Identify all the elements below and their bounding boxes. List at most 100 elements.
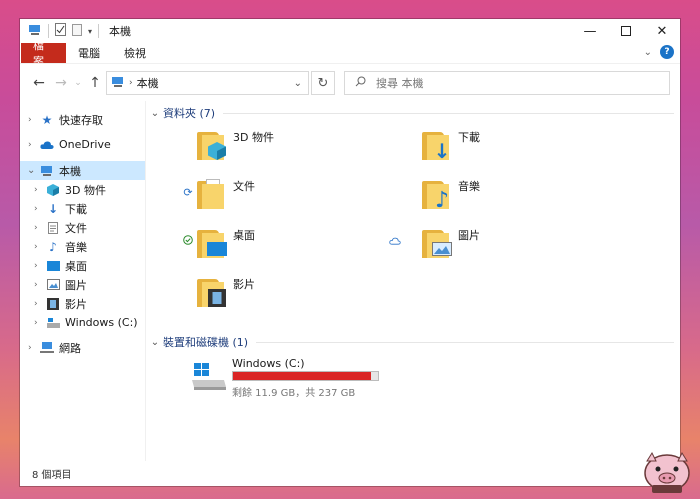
sidebar-item-label: 快速存取 xyxy=(59,113,103,127)
sidebar-item-downloads[interactable]: › ↓ 下載 xyxy=(20,199,145,218)
computer-icon xyxy=(111,76,125,91)
folder-downloads[interactable]: ↓ 下載 xyxy=(422,125,480,165)
drive-usage-fill xyxy=(233,372,371,380)
drive-label: Windows (C:) xyxy=(232,357,305,370)
chevron-right-icon[interactable]: › xyxy=(34,185,38,195)
sidebar-item-network[interactable]: › 網路 xyxy=(20,338,145,357)
folder-icon xyxy=(197,227,231,259)
minimize-button[interactable]: — xyxy=(572,19,608,43)
help-icon[interactable]: ? xyxy=(660,45,674,59)
new-folder-icon[interactable] xyxy=(72,23,82,39)
chevron-right-icon[interactable]: › xyxy=(28,343,32,353)
file-list: ⌄ 資料夾 (7) 3D 物件 ↓ 下載 ⟳ 文件 ♪ 音樂 桌面 圖片 影片 … xyxy=(147,101,680,461)
recent-dropdown-icon[interactable]: ⌄ xyxy=(72,78,84,88)
sidebar-item-label: 圖片 xyxy=(65,278,87,292)
sidebar-item-label: 音樂 xyxy=(65,240,87,254)
chevron-right-icon[interactable]: › xyxy=(34,318,38,328)
navigation-bar: ← → ⌄ ↑ › 本機 ⌄ ↻ 搜尋 本機 xyxy=(20,63,680,101)
synced-check-icon xyxy=(181,235,195,248)
folder-label: 文件 xyxy=(233,180,255,193)
search-icon xyxy=(355,76,366,90)
folder-icon: ♪ xyxy=(422,178,456,213)
group-title: 裝置和磁碟機 (1) xyxy=(163,336,249,349)
sync-icon: ⟳ xyxy=(183,186,193,199)
music-icon: ♪ xyxy=(434,187,450,213)
chevron-down-icon[interactable]: ⌄ xyxy=(147,108,163,119)
item-count: 8 個項目 xyxy=(32,470,72,481)
cloud-outline-icon xyxy=(388,235,402,248)
sidebar-item-onedrive[interactable]: › OneDrive xyxy=(20,135,145,154)
sidebar-item-label: 本機 xyxy=(59,164,81,178)
video-icon xyxy=(46,297,60,311)
folder-icon xyxy=(197,178,231,210)
download-icon: ↓ xyxy=(47,201,59,216)
chevron-down-icon[interactable]: ⌄ xyxy=(147,337,163,348)
folder-label: 圖片 xyxy=(458,229,480,242)
up-icon[interactable]: ↑ xyxy=(84,75,106,91)
address-dropdown-icon[interactable]: ⌄ xyxy=(294,78,302,89)
folder-documents[interactable]: ⟳ 文件 xyxy=(183,174,255,214)
sidebar-item-quick-access[interactable]: › ★ 快速存取 xyxy=(20,110,145,129)
sidebar-item-windows-c[interactable]: › Windows (C:) xyxy=(20,313,145,332)
tab-computer[interactable]: 電腦 xyxy=(66,43,112,63)
maximize-button[interactable] xyxy=(608,19,644,43)
folder-icon xyxy=(422,227,456,259)
folder-desktop[interactable]: 桌面 xyxy=(183,223,255,263)
folder-icon xyxy=(197,276,231,308)
drive-windows-c[interactable]: Windows (C:) 剩餘 11.9 GB，共 237 GB xyxy=(192,357,492,401)
chevron-right-icon[interactable]: › xyxy=(28,140,32,150)
cloud-icon xyxy=(40,138,54,152)
close-button[interactable]: ✕ xyxy=(644,19,680,43)
desktop-icon xyxy=(46,259,60,273)
folder-label: 音樂 xyxy=(458,180,480,193)
tab-file[interactable]: 檔案 xyxy=(21,39,66,68)
properties-icon[interactable] xyxy=(55,23,66,39)
download-icon: ↓ xyxy=(433,139,451,163)
folder-pictures[interactable]: 圖片 xyxy=(389,223,480,263)
chevron-right-icon[interactable]: › xyxy=(34,261,38,271)
breadcrumb[interactable]: 本機 xyxy=(137,75,159,91)
search-input[interactable]: 搜尋 本機 xyxy=(344,71,670,95)
folder-music[interactable]: ♪ 音樂 xyxy=(422,174,480,214)
chevron-right-icon[interactable]: › xyxy=(34,280,38,290)
forward-icon[interactable]: → xyxy=(50,75,72,91)
chevron-right-icon[interactable]: › xyxy=(28,115,32,125)
sidebar-item-videos[interactable]: › 影片 xyxy=(20,294,145,313)
search-placeholder: 搜尋 本機 xyxy=(376,77,424,90)
chevron-right-icon[interactable]: › xyxy=(34,299,38,309)
star-icon: ★ xyxy=(41,112,53,127)
sidebar-item-pictures[interactable]: › 圖片 xyxy=(20,275,145,294)
folders-group-header[interactable]: ⌄ 資料夾 (7) xyxy=(147,105,680,121)
file-explorer-window: ▾ 本機 — ✕ 檔案 電腦 檢視 ⌄ ? ← → ⌄ ↑ › 本機 ⌄ ↻ 搜… xyxy=(20,19,680,486)
3d-objects-icon xyxy=(46,183,60,197)
window-title: 本機 xyxy=(109,25,132,38)
sidebar-item-3d-objects[interactable]: › 3D 物件 xyxy=(20,180,145,199)
sidebar-item-label: 下載 xyxy=(65,202,87,216)
computer-icon xyxy=(40,164,54,178)
sidebar-item-label: Windows (C:) xyxy=(65,316,138,329)
chevron-right-icon[interactable]: › xyxy=(34,204,38,214)
sidebar-item-label: 桌面 xyxy=(65,259,87,273)
chevron-down-icon[interactable]: ⌄ xyxy=(27,165,35,176)
sidebar-item-desktop[interactable]: › 桌面 xyxy=(20,256,145,275)
expand-ribbon-icon[interactable]: ⌄ xyxy=(644,47,652,58)
tab-view[interactable]: 檢視 xyxy=(112,43,158,63)
status-bar: 8 個項目 xyxy=(20,461,680,486)
sidebar-item-this-pc[interactable]: ⌄ 本機 xyxy=(20,161,145,180)
back-icon[interactable]: ← xyxy=(28,75,50,91)
chevron-right-icon[interactable]: › xyxy=(34,223,38,233)
sidebar-item-music[interactable]: › ♪ 音樂 xyxy=(20,237,145,256)
sidebar-item-documents[interactable]: › 文件 xyxy=(20,218,145,237)
folder-3d-objects[interactable]: 3D 物件 xyxy=(197,125,274,165)
refresh-button[interactable]: ↻ xyxy=(311,71,335,95)
music-icon: ♪ xyxy=(49,239,57,254)
folder-icon xyxy=(197,129,231,161)
folder-videos[interactable]: 影片 xyxy=(197,272,255,312)
chevron-right-icon[interactable]: › xyxy=(34,242,38,252)
breadcrumb-chevron-icon[interactable]: › xyxy=(129,78,133,88)
drives-group-header[interactable]: ⌄ 裝置和磁碟機 (1) xyxy=(147,334,680,350)
quick-access-dropdown-icon[interactable]: ▾ xyxy=(88,27,92,36)
folder-label: 3D 物件 xyxy=(233,131,274,144)
address-bar[interactable]: › 本機 ⌄ xyxy=(106,71,309,95)
title-bar: ▾ 本機 — ✕ xyxy=(20,19,680,43)
